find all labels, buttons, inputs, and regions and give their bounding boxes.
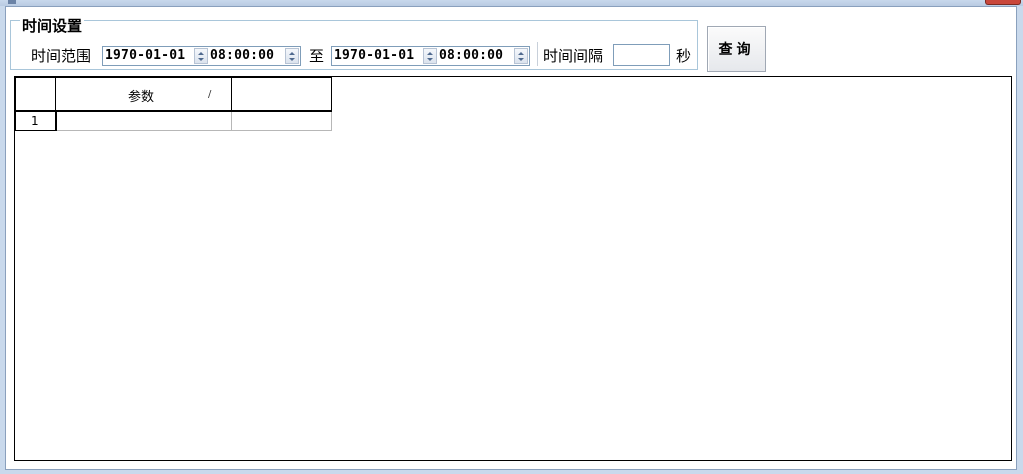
end-datetime-picker[interactable]: 1970-01-01 08:00:00 [331,46,530,66]
time-range-label: 时间范围 [31,47,92,65]
spin-up-icon[interactable] [427,52,433,55]
query-button[interactable]: 查询 [707,26,766,72]
end-time-spinner[interactable] [514,48,528,64]
divider [537,42,538,66]
end-date-value[interactable]: 1970-01-01 [334,48,414,64]
interval-input[interactable] [613,44,670,66]
column-header-label: 参数 [128,90,155,105]
spin-up-icon[interactable] [198,52,204,55]
data-grid[interactable]: 参数 / 1 [14,76,1012,461]
start-datetime-picker[interactable]: 1970-01-01 08:00:00 [102,46,301,66]
spin-down-icon[interactable] [289,58,295,61]
end-date-spinner[interactable] [423,48,437,64]
start-date-spinner[interactable] [194,48,208,64]
column-header-extra[interactable] [231,77,332,112]
interval-unit-label: 秒 [676,47,692,65]
spin-up-icon[interactable] [518,52,524,55]
to-label: 至 [309,47,325,65]
group-title: 时间设置 [20,17,85,35]
spin-up-icon[interactable] [289,52,295,55]
extra-cell[interactable] [231,110,332,131]
row-number[interactable]: 1 [15,110,57,131]
grid-header-row: 参数 / [15,77,332,112]
grid-table: 参数 / 1 [15,77,332,131]
interval-label: 时间间隔 [543,47,604,65]
spin-down-icon[interactable] [518,58,524,61]
window-close-button[interactable] [985,0,1021,5]
start-date-value[interactable]: 1970-01-01 [105,48,185,64]
start-time-value[interactable]: 08:00:00 [210,48,274,64]
spin-down-icon[interactable] [427,58,433,61]
app-icon [8,0,16,4]
start-time-spinner[interactable] [285,48,299,64]
column-header-param[interactable]: 参数 / [55,77,232,112]
spin-down-icon[interactable] [198,58,204,61]
table-row[interactable]: 1 [15,110,332,131]
end-time-value[interactable]: 08:00:00 [439,48,503,64]
grid-corner-header[interactable] [15,77,56,112]
sort-indicator-icon: / [208,89,212,100]
param-cell[interactable] [55,110,232,131]
